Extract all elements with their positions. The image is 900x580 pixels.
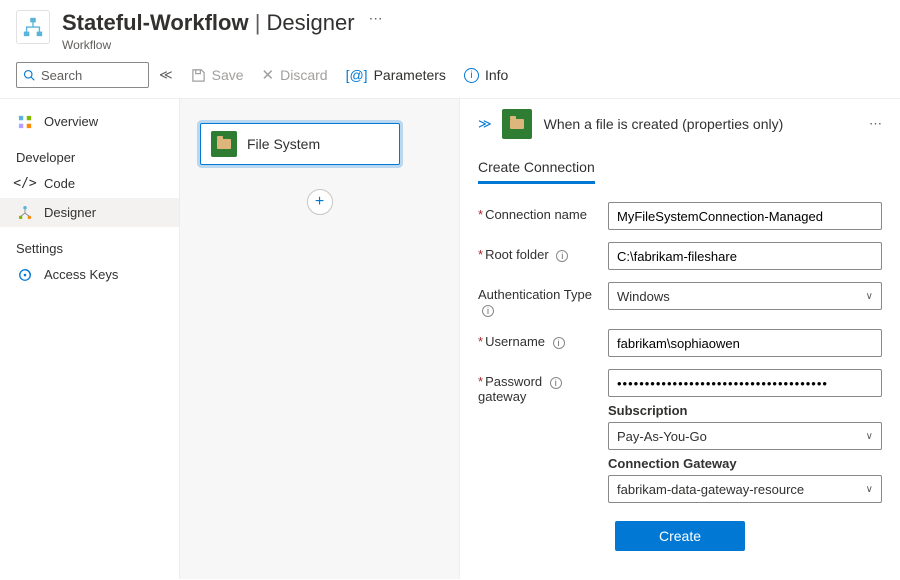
workflow-name: Stateful-Workflow [62,10,249,35]
label-connection-gateway: Connection Gateway [608,456,882,471]
info-icon[interactable]: i [553,337,565,349]
sidebar-heading-settings: Settings [0,227,179,260]
collapse-panel-button[interactable]: ≫ [478,116,492,132]
discard-button[interactable]: ✕ Discard [262,66,328,84]
sidebar: Overview Developer </> Code Designer Set… [0,99,180,579]
panel-more-button[interactable]: ⋯ [869,116,882,132]
toolbar: Search ≪ Save ✕ Discard [@] Parameters i… [0,58,900,99]
file-system-node[interactable]: File System [200,123,400,165]
sidebar-item-overview[interactable]: Overview [0,107,179,136]
label-password: *Password igateway [478,369,608,404]
info-icon[interactable]: i [550,377,562,389]
access-keys-icon [16,268,34,282]
code-icon: </> [16,176,34,191]
node-label: File System [247,136,320,152]
file-system-icon [211,131,237,157]
search-input[interactable]: Search [16,62,149,88]
root-folder-input[interactable] [608,242,882,270]
password-input[interactable] [608,369,882,397]
label-root-folder: *Root folder i [478,242,608,262]
info-icon[interactable]: i [482,305,494,317]
overview-icon [16,115,34,129]
connection-name-input[interactable] [608,202,882,230]
workflow-icon [16,10,50,44]
search-placeholder: Search [41,68,82,83]
sidebar-item-designer[interactable]: Designer [0,198,179,227]
parameters-button[interactable]: [@] Parameters [346,67,446,83]
username-input[interactable] [608,329,882,357]
page-section: Designer [267,10,355,35]
page-header: Stateful-Workflow | Designer Workflow ⋯ [0,0,900,58]
add-step-button[interactable]: + [307,189,333,215]
header-more-button[interactable]: ⋯ [369,10,383,27]
trigger-icon [502,109,532,139]
info-icon[interactable]: i [556,250,568,262]
sidebar-item-access-keys[interactable]: Access Keys [0,260,179,289]
designer-icon [16,206,34,220]
label-username: *Username i [478,329,608,349]
connection-gateway-select[interactable]: fabrikam-data-gateway-resource∨ [608,475,882,503]
tab-create-connection[interactable]: Create Connection [478,153,595,184]
connection-panel: ≫ When a file is created (properties onl… [460,99,900,579]
info-button[interactable]: i Info [464,67,508,83]
sidebar-heading-developer: Developer [0,136,179,169]
subscription-select[interactable]: Pay-As-You-Go∨ [608,422,882,450]
label-connection-name: *Connection name [478,202,608,222]
page-title: Stateful-Workflow | Designer [62,10,355,36]
main-area: Overview Developer </> Code Designer Set… [0,99,900,579]
label-subscription: Subscription [608,403,882,418]
sidebar-item-code[interactable]: </> Code [0,169,179,198]
collapse-sidebar-button[interactable]: ≪ [159,67,173,83]
resource-type: Workflow [62,38,355,52]
auth-type-select[interactable]: Windows∨ [608,282,882,310]
save-button[interactable]: Save [191,67,244,83]
label-auth-type: Authentication Type i [478,282,608,317]
trigger-title: When a file is created (properties only) [544,116,869,132]
designer-canvas[interactable]: File System + [180,99,460,579]
create-button[interactable]: Create [615,521,745,551]
